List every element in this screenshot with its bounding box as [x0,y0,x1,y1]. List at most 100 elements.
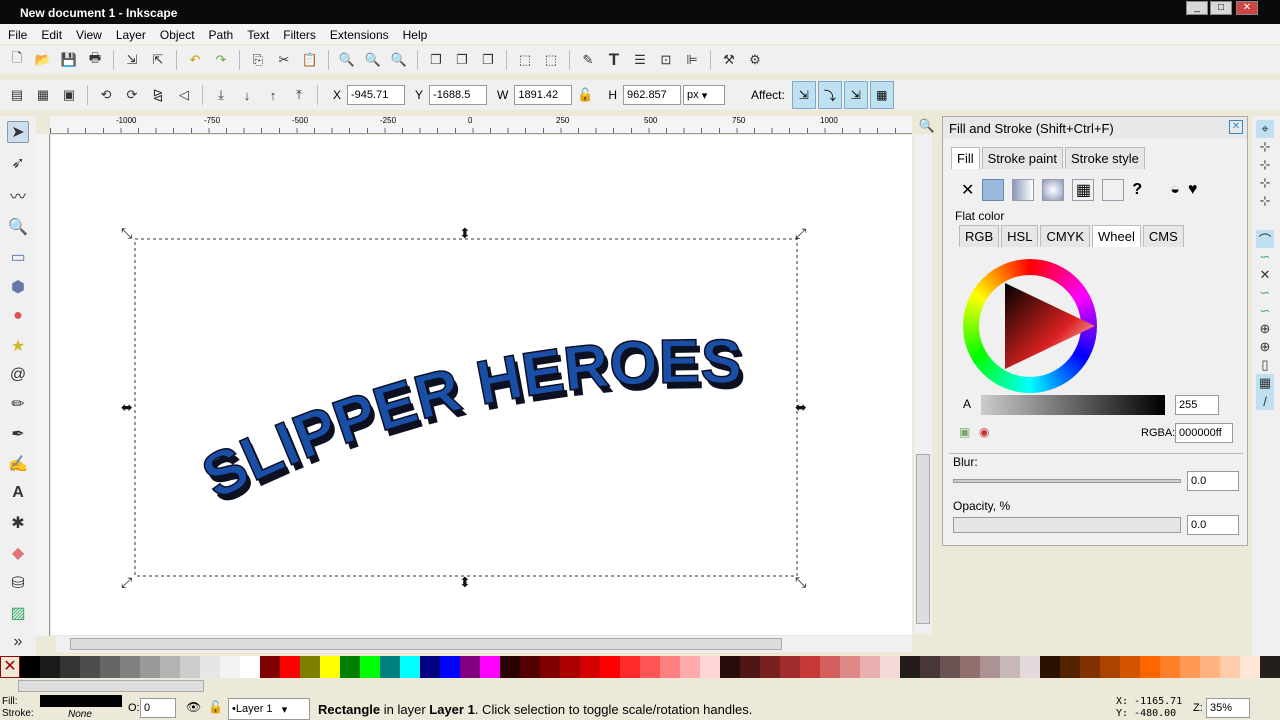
rotate-cw-icon[interactable]: ⟳ [123,86,141,104]
opacity-field[interactable]: 0.0 [1187,515,1239,535]
color-swatch[interactable] [620,656,640,678]
export-icon[interactable]: ⇱ [149,51,167,69]
lock-icon[interactable]: 🔓 [576,86,594,104]
color-swatch[interactable] [40,656,60,678]
transform-patterns-toggle[interactable]: ▦ [869,81,894,109]
tab-rgb[interactable]: RGB [959,225,1000,247]
blur-slider[interactable] [953,479,1181,483]
color-swatch[interactable] [500,656,520,678]
color-swatch[interactable] [800,656,820,678]
color-swatch[interactable] [640,656,660,678]
scale-stroke-toggle[interactable]: ⇲ [791,81,816,109]
transform-gradients-toggle[interactable]: ⇲ [843,81,868,109]
copy-icon[interactable]: ⎘ [249,51,267,69]
pencil-tool-icon[interactable]: ✏ [7,394,29,414]
linear-gradient-icon[interactable] [1012,179,1035,201]
layer-select[interactable]: •Layer 1 ▾ [228,698,310,720]
color-swatch[interactable] [240,656,260,678]
color-swatch[interactable] [1240,656,1260,678]
spray-tool-icon[interactable]: ✱ [7,513,29,533]
snap-guide-icon[interactable]: / [1256,392,1274,410]
menu-path[interactable]: Path [209,28,234,44]
h-field[interactable]: 962.857 [623,85,682,105]
snap-edge-icon[interactable]: ⊹ [1256,156,1274,174]
color-swatch[interactable] [100,656,120,678]
snap-path-icon[interactable]: ∽ [1256,248,1274,266]
snap-toggle-icon[interactable]: ⌖ [1256,120,1274,138]
color-swatch[interactable] [140,656,160,678]
color-swatch[interactable] [1120,656,1140,678]
color-swatch[interactable] [780,656,800,678]
selector-tool-icon[interactable]: ➤ [7,121,29,143]
color-swatch[interactable] [900,656,920,678]
blur-field[interactable]: 0.0 [1187,471,1239,491]
color-swatch[interactable] [320,656,340,678]
color-swatch[interactable] [600,656,620,678]
rgba-field[interactable]: 000000ff [1175,423,1233,443]
lower-icon[interactable]: ↓ [238,86,256,104]
color-swatch[interactable] [1040,656,1060,678]
no-color-swatch[interactable]: ✕ [0,656,20,678]
color-swatch[interactable] [420,656,440,678]
snap-nodes-icon[interactable]: ⌒ [1256,230,1274,248]
xml-editor-icon[interactable]: ⊡ [657,51,675,69]
star-tool-icon[interactable]: ★ [7,336,29,356]
evenodd-fill-icon[interactable]: ◒ [1170,181,1180,199]
flip-horizontal-icon[interactable]: ⧎ [149,86,167,104]
color-swatch[interactable] [200,656,220,678]
color-swatch[interactable] [680,656,700,678]
layers-icon[interactable]: ☰ [631,51,649,69]
color-swatch[interactable] [340,656,360,678]
zoom-corner-icon[interactable]: 🔍 [918,117,936,135]
group-icon[interactable]: ⬚ [516,51,534,69]
maximize-button[interactable]: □ [1210,1,1232,15]
close-button[interactable]: ✕ [1236,1,1258,15]
color-swatch[interactable] [260,656,280,678]
color-swatch[interactable] [60,656,80,678]
menu-object[interactable]: Object [160,28,195,44]
menu-extensions[interactable]: Extensions [330,28,389,44]
tab-stroke-style[interactable]: Stroke style [1064,147,1145,169]
visibility-eye-icon[interactable]: 👁 [186,700,201,714]
snap-bbox-icon[interactable]: ⊹ [1256,138,1274,156]
vertical-ruler[interactable] [36,134,50,636]
align-icon[interactable]: ⊫ [683,51,701,69]
rotate-ccw-icon[interactable]: ⟲ [97,86,115,104]
new-icon[interactable]: 🗋 [8,50,26,69]
snap-midpoint-icon[interactable]: ⊹ [1256,192,1274,210]
color-swatch[interactable] [1000,656,1020,678]
color-swatch[interactable] [360,656,380,678]
color-swatch[interactable] [220,656,240,678]
deselect-icon[interactable]: ▣ [60,86,78,104]
ungroup-icon[interactable]: ⬚ [542,51,560,69]
zoom-field[interactable]: 35% [1206,698,1250,718]
unset-paint-icon[interactable]: ? [1132,181,1142,199]
slipper-heroes-text[interactable]: SLIPPER HEROES [191,326,743,513]
zoom-drawing-icon[interactable]: 🔍 [364,51,382,69]
spiral-tool-icon[interactable]: @ [7,366,29,385]
color-swatch[interactable] [1140,656,1160,678]
stroke-indicator[interactable]: None [68,709,92,720]
menu-layer[interactable]: Layer [116,28,146,44]
import-icon[interactable]: ⇲ [123,51,141,69]
nonzero-fill-icon[interactable]: ♥ [1188,181,1198,199]
redo-icon[interactable]: ↷ [212,51,230,69]
document-properties-icon[interactable]: ⚙ [746,51,764,69]
swatch-icon[interactable] [1102,179,1125,201]
color-swatch[interactable] [1100,656,1120,678]
color-swatch[interactable] [840,656,860,678]
color-swatch[interactable] [380,656,400,678]
color-swatch[interactable] [1260,656,1280,678]
pen-tool-icon[interactable]: ✒ [7,424,29,444]
color-wheel[interactable] [963,259,1097,393]
color-swatch[interactable] [960,656,980,678]
color-swatch[interactable] [520,656,540,678]
fill-indicator[interactable] [40,695,122,707]
color-swatch[interactable] [760,656,780,678]
select-all-icon[interactable]: ▤ [8,86,26,104]
menu-text[interactable]: Text [247,28,269,44]
tab-stroke-paint[interactable]: Stroke paint [981,147,1063,169]
snap-intersection-icon[interactable]: ✕ [1256,266,1274,284]
menu-file[interactable]: File [8,28,27,44]
color-swatch[interactable] [560,656,580,678]
